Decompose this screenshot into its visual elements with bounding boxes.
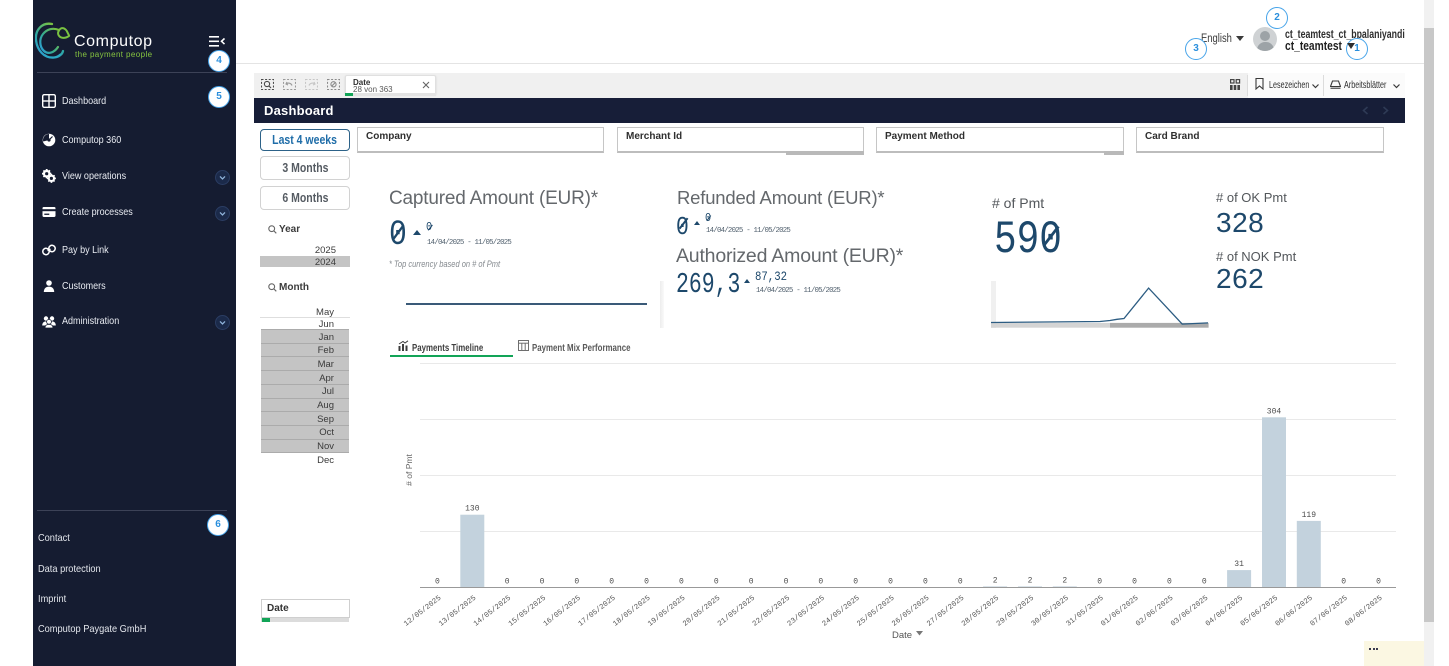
svg-text:31: 31	[1234, 560, 1244, 569]
svg-text:# of Pmt: # of Pmt	[404, 454, 414, 486]
svg-text:0: 0	[888, 578, 893, 587]
svg-text:0: 0	[540, 578, 545, 587]
svg-text:0: 0	[1341, 578, 1346, 587]
svg-text:0: 0	[784, 578, 789, 587]
svg-text:2: 2	[993, 576, 998, 585]
svg-text:08/06/2025: 08/06/2025	[1344, 594, 1385, 628]
svg-text:0: 0	[923, 578, 928, 587]
svg-text:0: 0	[574, 578, 579, 587]
svg-text:0: 0	[1202, 578, 1207, 587]
svg-text:119: 119	[1302, 511, 1317, 520]
svg-text:0: 0	[818, 578, 823, 587]
svg-text:0: 0	[714, 578, 719, 587]
svg-text:2: 2	[1028, 576, 1033, 585]
svg-text:0: 0	[1132, 578, 1137, 587]
svg-text:0: 0	[749, 578, 754, 587]
svg-text:0: 0	[1376, 578, 1381, 587]
svg-text:0: 0	[505, 578, 510, 587]
svg-text:0: 0	[1167, 578, 1172, 587]
svg-text:0: 0	[853, 578, 858, 587]
svg-text:304: 304	[1267, 407, 1282, 416]
svg-text:130: 130	[465, 505, 480, 514]
svg-text:0: 0	[609, 578, 614, 587]
svg-text:2: 2	[1062, 576, 1067, 585]
svg-text:0: 0	[644, 578, 649, 587]
svg-text:Date: Date	[892, 630, 912, 641]
svg-text:0: 0	[958, 578, 963, 587]
svg-text:0: 0	[679, 578, 684, 587]
svg-text:0: 0	[435, 578, 440, 587]
svg-text:0: 0	[1097, 578, 1102, 587]
